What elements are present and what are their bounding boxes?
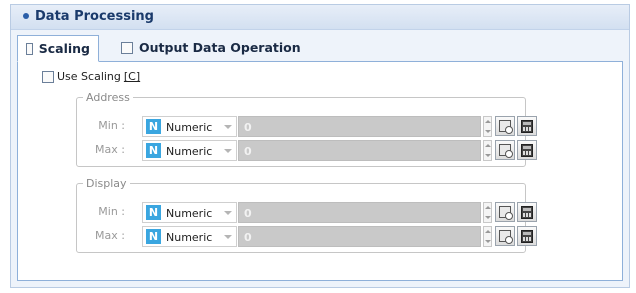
calculator-icon [521,205,533,219]
address-min-type-value: Numeric [166,121,213,134]
address-min-label: Min : [98,119,125,132]
use-scaling-label: Use Scaling [57,70,121,83]
tab-output-label: Output Data Operation [139,40,301,55]
use-scaling-accelerator: [C] [123,70,141,83]
display-max-row: Max : N Numeric 0 [77,226,537,248]
display-max-calculator-button[interactable] [517,226,537,246]
display-max-type-value: Numeric [166,231,213,244]
bullet-icon [23,13,29,19]
address-min-device-button[interactable] [495,116,515,136]
tab-output-checkbox[interactable] [121,41,133,54]
numeric-type-icon: N [146,205,161,220]
tab-output-data-operation[interactable]: Output Data Operation [113,35,309,60]
use-scaling-option[interactable]: Use Scaling [C] [42,70,140,83]
device-icon [499,144,513,158]
display-max-label: Max : [95,229,125,242]
numeric-type-icon: N [146,229,161,244]
device-icon [499,206,513,220]
chevron-down-icon [224,149,232,153]
address-max-type-value: Numeric [166,145,213,158]
numeric-type-icon: N [146,119,161,134]
display-group: Display Min : N Numeric 0 Max : N Numeri… [76,177,537,253]
address-max-value-field[interactable]: 0 [238,140,481,161]
tab-bar: Scaling Output Data Operation [17,35,623,62]
device-icon [499,230,513,244]
display-min-calculator-button[interactable] [517,202,537,222]
display-min-label: Min : [98,205,125,218]
calculator-icon [521,119,533,133]
display-group-title: Display [86,177,127,190]
address-min-type-select[interactable]: N Numeric [142,116,237,137]
address-min-spinner[interactable] [483,116,492,137]
scaling-tab-content: Use Scaling [C] Address Min : N Numeric 0… [17,62,623,281]
chevron-down-icon [224,211,232,215]
address-group: Address Min : N Numeric 0 Max : N Numeri… [76,91,537,167]
tab-scaling[interactable]: Scaling [17,35,99,62]
display-max-spinner[interactable] [483,226,492,247]
display-max-value: 0 [244,231,252,244]
address-max-calculator-button[interactable] [517,140,537,160]
numeric-type-icon: N [146,143,161,158]
use-scaling-checkbox[interactable] [42,70,54,83]
chevron-down-icon [224,235,232,239]
address-min-row: Min : N Numeric 0 [77,116,537,138]
calculator-icon [521,143,533,157]
address-min-value-field[interactable]: 0 [238,116,481,137]
display-max-device-button[interactable] [495,226,515,246]
address-min-value: 0 [244,121,252,134]
calculator-icon [521,229,533,243]
panel-header: Data Processing [11,5,629,30]
display-min-type-value: Numeric [166,207,213,220]
data-processing-panel: Data Processing Scaling Output Data Oper… [10,4,630,288]
display-max-value-field[interactable]: 0 [238,226,481,247]
address-max-type-select[interactable]: N Numeric [142,140,237,161]
device-icon [499,120,513,134]
chevron-down-icon [224,125,232,129]
display-min-device-button[interactable] [495,202,515,222]
address-max-spinner[interactable] [483,140,492,161]
display-min-spinner[interactable] [483,202,492,223]
panel-title: Data Processing [35,9,154,24]
address-group-title: Address [86,91,130,104]
address-max-row: Max : N Numeric 0 [77,140,537,162]
display-min-value-field[interactable]: 0 [238,202,481,223]
display-max-type-select[interactable]: N Numeric [142,226,237,247]
address-min-calculator-button[interactable] [517,116,537,136]
display-min-value: 0 [244,207,252,220]
display-min-type-select[interactable]: N Numeric [142,202,237,223]
address-max-value: 0 [244,145,252,158]
address-max-label: Max : [95,143,125,156]
display-min-row: Min : N Numeric 0 [77,202,537,224]
tab-scaling-label: Scaling [38,41,90,56]
address-max-device-button[interactable] [495,140,515,160]
tab-scaling-checkbox[interactable] [26,42,33,55]
